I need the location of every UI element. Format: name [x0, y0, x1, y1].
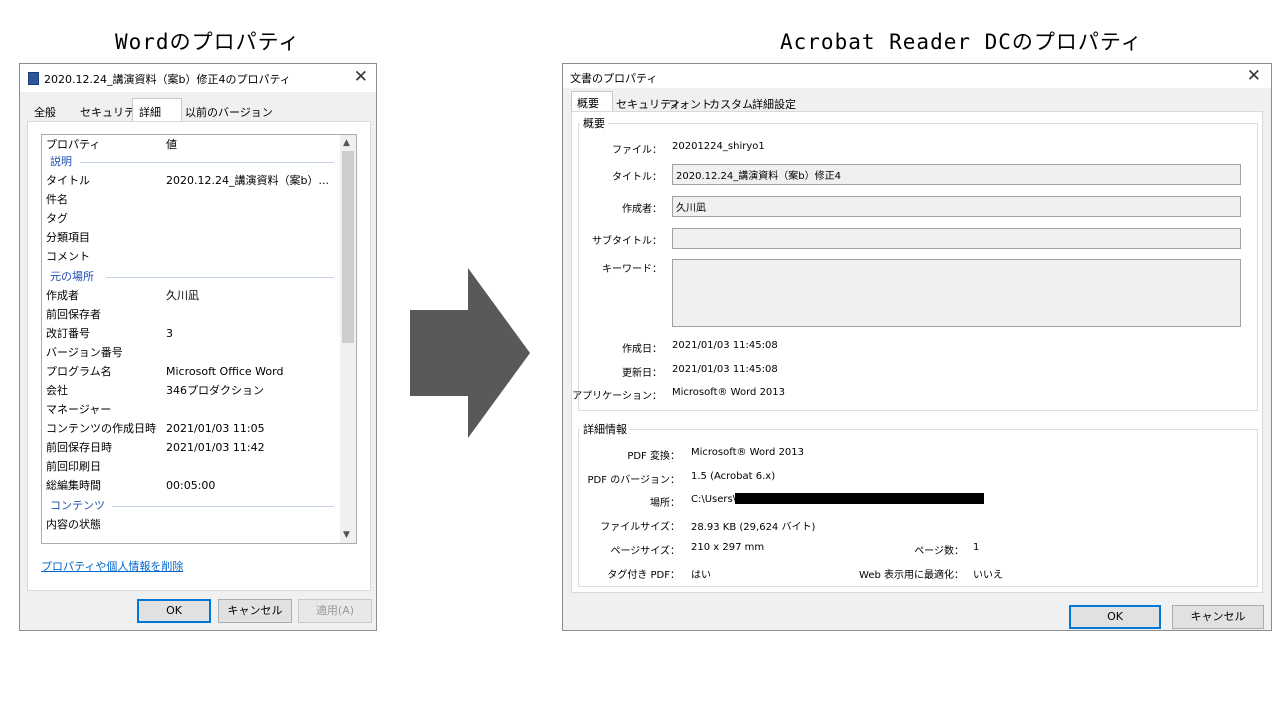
tab-custom[interactable]: カスタム	[709, 96, 753, 112]
fast-web-view-value: いいえ	[973, 570, 1003, 581]
remove-properties-link[interactable]: プロパティや個人情報を削除	[41, 558, 183, 574]
word-properties-heading: Wordのプロパティ	[115, 30, 301, 54]
table-row[interactable]: コメント	[46, 248, 90, 266]
modified-value: 2021/01/03 11:45:08	[672, 364, 778, 375]
filesize-value: 28.93 KB (29,624 バイト)	[691, 522, 816, 533]
table-row[interactable]: 前回印刷日	[46, 458, 101, 476]
cancel-button[interactable]: キャンセル	[218, 599, 292, 623]
acrobat-title-bar[interactable]: 文書のプロパティ ✕	[563, 64, 1271, 88]
column-header-value[interactable]: 値	[166, 136, 177, 154]
word-dialog-title: 2020.12.24_講演資料（案b）修正4のプロパティ	[44, 73, 291, 86]
summary-group-title: 概要	[580, 115, 608, 131]
word-details-panel: プロパティ 値 説明 タイトル 2020.12.24_講演資料（案b）... 件名…	[27, 121, 371, 591]
scroll-down-icon[interactable]: ▼	[343, 530, 350, 540]
table-row[interactable]: 前回保存日時 2021/01/03 11:42	[46, 439, 265, 457]
subject-label: サブタイトル：	[592, 236, 662, 247]
created-label: 作成日：	[622, 344, 662, 355]
word-properties-dialog: 2020.12.24_講演資料（案b）修正4のプロパティ ✕ 全般 セキュリティ…	[19, 63, 377, 631]
group-description: 説明	[50, 155, 72, 168]
apply-button[interactable]: 適用(A)	[298, 599, 372, 623]
author-field[interactable]: 久川凪	[672, 196, 1241, 217]
close-icon[interactable]: ✕	[354, 67, 368, 87]
ok-button[interactable]: OK	[1069, 605, 1161, 629]
pdf-version-value: 1.5 (Acrobat 6.x)	[691, 471, 776, 482]
created-value: 2021/01/03 11:45:08	[672, 340, 778, 351]
tab-advanced[interactable]: 詳細設定	[752, 96, 796, 112]
table-row[interactable]: 内容の状態	[46, 516, 101, 534]
file-label: ファイル：	[612, 145, 662, 156]
table-row[interactable]: 作成者 久川凪	[46, 287, 199, 305]
modified-label: 更新日：	[622, 368, 662, 379]
title-label: タイトル：	[612, 172, 662, 183]
location-value: C:\Users\	[691, 494, 737, 505]
column-header-property[interactable]: プロパティ 値	[46, 136, 177, 154]
title-field[interactable]: 2020.12.24_講演資料（案b）修正4	[672, 164, 1241, 185]
pagecount-value: 1	[973, 542, 980, 553]
fast-web-view-label: Web 表示用に最適化：	[859, 570, 964, 581]
tab-previous-versions[interactable]: 以前のバージョン	[185, 104, 273, 120]
word-doc-icon	[28, 72, 39, 85]
keywords-label: キーワード：	[602, 264, 662, 275]
details-groupbox	[578, 429, 1258, 587]
acrobat-properties-heading: Acrobat Reader DCのプロパティ	[780, 30, 1143, 54]
pdf-version-label: PDF のバージョン：	[587, 475, 680, 486]
table-row[interactable]: 会社 346プロダクション	[46, 382, 264, 400]
table-row[interactable]: コンテンツの作成日時 2021/01/03 11:05	[46, 420, 265, 438]
producer-value: Microsoft® Word 2013	[691, 447, 805, 458]
filesize-label: ファイルサイズ：	[600, 522, 680, 533]
ok-button[interactable]: OK	[137, 599, 211, 623]
subject-field[interactable]	[672, 228, 1241, 249]
right-arrow-icon	[410, 268, 530, 438]
table-row[interactable]: 総編集時間 00:05:00	[46, 477, 215, 495]
table-row[interactable]: 件名	[46, 191, 68, 209]
producer-label: PDF 変換：	[627, 451, 680, 462]
group-divider	[106, 277, 334, 278]
table-row[interactable]: 改訂番号 3	[46, 325, 173, 343]
vertical-scrollbar[interactable]: ▲ ▼	[340, 135, 356, 543]
table-row[interactable]: タグ	[46, 210, 68, 228]
group-divider	[80, 162, 334, 163]
acrobat-summary-panel: 概要 ファイル： 20201224_shiryo1 タイトル： 2020.12.…	[571, 111, 1263, 593]
close-icon[interactable]: ✕	[1247, 66, 1261, 86]
location-label: 場所：	[650, 498, 680, 509]
acrobat-dialog-title: 文書のプロパティ	[570, 72, 658, 85]
author-label: 作成者：	[622, 204, 662, 215]
group-divider	[112, 506, 334, 507]
group-content: コンテンツ	[50, 499, 105, 512]
word-title-bar[interactable]: 2020.12.24_講演資料（案b）修正4のプロパティ ✕	[20, 64, 376, 92]
table-row[interactable]: 分類項目	[46, 229, 90, 247]
pagesize-value: 210 x 297 mm	[691, 542, 765, 553]
keywords-field[interactable]	[672, 259, 1241, 327]
acrobat-properties-dialog: 文書のプロパティ ✕ 概要 セキュリティ フォント カスタム 詳細設定 概要 フ…	[562, 63, 1272, 631]
tagged-pdf-label: タグ付き PDF：	[607, 570, 680, 581]
tab-general[interactable]: 全般	[34, 104, 56, 120]
table-row[interactable]: バージョン番号	[46, 344, 123, 362]
group-origin: 元の場所	[50, 270, 94, 283]
scrollbar-thumb[interactable]	[342, 151, 354, 343]
details-group-title: 詳細情報	[580, 421, 630, 437]
application-value: Microsoft® Word 2013	[672, 387, 786, 398]
table-row[interactable]: 前回保存者	[46, 306, 101, 324]
tab-summary[interactable]: 概要	[571, 91, 613, 112]
table-row[interactable]: タイトル 2020.12.24_講演資料（案b）...	[46, 172, 329, 190]
tagged-pdf-value: はい	[691, 570, 711, 581]
redaction-bar	[735, 493, 984, 504]
table-row[interactable]: プログラム名 Microsoft Office Word	[46, 363, 283, 381]
cancel-button[interactable]: キャンセル	[1172, 605, 1264, 629]
table-row[interactable]: マネージャー	[46, 401, 111, 419]
tab-fonts[interactable]: フォント	[668, 96, 712, 112]
pagecount-label: ページ数：	[914, 546, 964, 557]
file-value: 20201224_shiryo1	[672, 141, 765, 152]
scroll-up-icon[interactable]: ▲	[343, 138, 350, 148]
application-label: アプリケーション：	[572, 391, 662, 402]
word-property-list[interactable]: プロパティ 値 説明 タイトル 2020.12.24_講演資料（案b）... 件名…	[41, 134, 357, 544]
pagesize-label: ページサイズ：	[610, 546, 681, 557]
tab-details[interactable]: 詳細	[132, 98, 182, 122]
